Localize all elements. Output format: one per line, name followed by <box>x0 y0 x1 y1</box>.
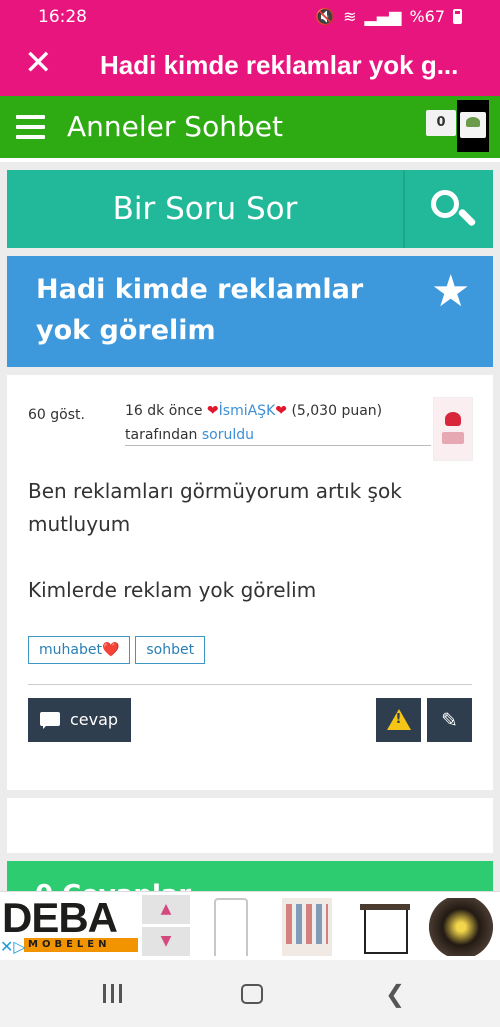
author-points: (5,030 puan) <box>291 403 383 419</box>
android-nav-bar: ❮ <box>0 960 500 1027</box>
home-icon[interactable] <box>241 984 263 1004</box>
ask-question-button[interactable]: Bir Soru Sor <box>7 191 403 227</box>
author-avatar[interactable] <box>433 397 473 461</box>
edit-button[interactable]: ✎ <box>427 698 472 742</box>
question-body-paragraph: Kimlerde reklam yok görelim <box>28 578 317 602</box>
meta-divider <box>125 445 431 446</box>
time-ago: 16 dk önce <box>125 403 203 419</box>
author-link[interactable]: İsmiAŞK <box>219 403 276 419</box>
pencil-icon: ✎ <box>441 708 458 732</box>
site-nav-bar: Anneler Sohbet 0 <box>0 96 500 162</box>
ad-product-photo-frame[interactable] <box>282 898 332 956</box>
card-divider <box>28 684 472 685</box>
ad-banner[interactable]: DEBA MOBELEN ✕▷ ▲ ▼ <box>0 891 500 960</box>
by-text: tarafından <box>125 427 198 443</box>
search-button[interactable] <box>403 170 493 248</box>
status-time: 16:28 <box>38 7 87 27</box>
notification-count-badge[interactable]: 0 <box>426 110 456 136</box>
ad-arrow-up-icon[interactable]: ▲ <box>142 895 190 924</box>
title-bar: ✕ Hadi kimde reklamlar yok g... <box>0 34 500 96</box>
ad-arrow-down-icon[interactable]: ▼ <box>142 927 190 956</box>
answer-form-card <box>7 798 493 853</box>
question-card: 60 göst. 16 dk önce ❤İsmiAŞK❤ (5,030 pua… <box>7 375 493 790</box>
hamburger-icon[interactable] <box>16 115 45 139</box>
tag-list: muhabet❤️ sohbet <box>28 636 206 664</box>
reply-button[interactable]: cevap <box>28 698 131 742</box>
ask-question-bar: Bir Soru Sor <box>7 170 493 248</box>
ad-carousel-arrows: ▲ ▼ <box>142 895 190 957</box>
heart-icon: ❤ <box>275 403 287 419</box>
tag-muhabet[interactable]: muhabet❤️ <box>28 636 131 664</box>
heart-icon: ❤ <box>206 403 219 419</box>
star-icon[interactable]: ★ <box>431 266 470 317</box>
comment-icon <box>40 712 60 729</box>
ad-product-side-table[interactable] <box>360 898 410 956</box>
report-button[interactable]: ! <box>376 698 421 742</box>
battery-percent: %67 <box>409 7 445 26</box>
view-count: 60 göst. <box>28 407 85 423</box>
recent-apps-icon[interactable] <box>103 984 122 1003</box>
back-icon[interactable]: ❮ <box>385 980 405 1008</box>
status-bar: 16:28 🔇 ≋ ▂▄▆ %67 <box>0 0 500 34</box>
question-title: Hadi kimde reklamlar yok görelim <box>36 274 364 346</box>
ad-sub-brand: MOBELEN <box>24 938 138 952</box>
question-body: Ben reklamları görmüyorum artık şok mutl… <box>28 475 468 607</box>
ad-brand: DEBA <box>2 894 118 941</box>
ad-product-mirror[interactable] <box>214 898 248 956</box>
battery-icon <box>453 9 462 24</box>
site-brand[interactable]: Anneler Sohbet <box>67 110 283 143</box>
question-body-paragraph: Ben reklamları görmüyorum artık şok mutl… <box>28 479 402 536</box>
ad-product-lamp[interactable] <box>426 898 496 956</box>
ad-choices-icon[interactable]: ✕▷ <box>0 937 26 959</box>
user-avatar[interactable] <box>457 100 489 152</box>
wifi-icon: ≋ <box>343 7 357 26</box>
asked-link[interactable]: soruldu <box>202 427 254 443</box>
search-icon <box>431 190 459 218</box>
tag-sohbet[interactable]: sohbet <box>135 636 206 664</box>
status-icons: 🔇 ≋ ▂▄▆ %67 <box>315 7 462 26</box>
close-icon[interactable]: ✕ <box>24 46 53 80</box>
reply-label: cevap <box>70 710 119 729</box>
signal-icon: ▂▄▆ <box>364 7 402 26</box>
question-title-panel: Hadi kimde reklamlar yok görelim ★ <box>7 256 493 367</box>
page-title: Hadi kimde reklamlar yok g... <box>100 50 459 80</box>
mute-icon: 🔇 <box>315 7 336 26</box>
question-meta: 16 dk önce ❤İsmiAŞK❤ (5,030 puan) tarafı… <box>125 399 425 447</box>
